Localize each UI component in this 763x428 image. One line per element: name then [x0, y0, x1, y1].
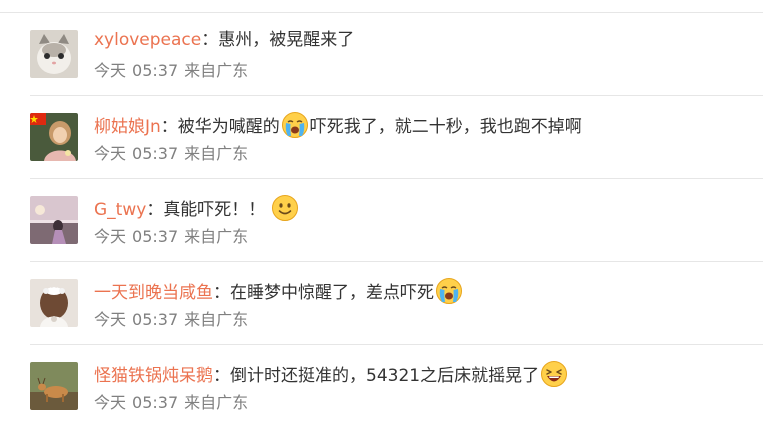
username-link[interactable]: 柳姑娘Jn [94, 117, 161, 137]
username-link[interactable]: xylovepeace [94, 30, 201, 50]
colon: ： [213, 283, 230, 303]
girl-with-bow-avatar[interactable] [30, 279, 78, 327]
colon: ： [160, 117, 178, 137]
comment-meta: 今天 05:37 来自广东 [94, 60, 248, 82]
comment-text: 惠州，被晃醒来了 [218, 30, 355, 50]
crying-face-icon [281, 111, 309, 139]
date-text: 今天 [94, 227, 127, 246]
time-text: 05:37 [132, 310, 179, 329]
location-text: 来自广东 [184, 61, 249, 80]
date-text: 今天 [94, 393, 127, 412]
comment-item: 怪猫铁锅炖呆鹅：倒计时还挺准的，54321之后床就摇晃了 今天 05:37 来自广东 [0, 345, 763, 428]
comment-meta: 今天 05:37 来自广东 [94, 226, 248, 248]
comment-line: G_twy：真能吓死！！ [94, 194, 300, 222]
comment-line: 一天到晚当咸鱼：在睡梦中惊醒了，差点吓死 [94, 277, 464, 305]
comment-meta: 今天 05:37 来自广东 [94, 309, 248, 331]
location-text: 来自广东 [184, 144, 249, 163]
colon: ： [201, 30, 219, 50]
comment-item: xylovepeace：惠州，被晃醒来了 今天 05:37 来自广东 [0, 13, 763, 96]
location-text: 来自广东 [184, 393, 249, 412]
comment-meta: 今天 05:37 来自广东 [94, 143, 248, 165]
deer-field-avatar[interactable] [30, 362, 78, 410]
comment-line: xylovepeace：惠州，被晃醒来了 [94, 28, 354, 52]
crying-face-icon [435, 277, 463, 305]
laughing-face-icon [540, 360, 568, 388]
comment-line: 柳姑娘Jn：被华为喊醒的 吓死我了，就二十秒，我也跑不掉啊 [94, 111, 582, 139]
username-link[interactable]: 怪猫铁锅炖呆鹅 [94, 366, 213, 386]
username-link[interactable]: G_twy [94, 200, 146, 220]
time-text: 05:37 [132, 144, 179, 163]
comment-meta: 今天 05:37 来自广东 [94, 392, 248, 414]
comment-text: 倒计时还挺准的，54321之后床就摇晃了 [230, 366, 540, 386]
comment-text: 真能吓死！！ [163, 200, 266, 220]
time-text: 05:37 [132, 227, 179, 246]
comment-text-after-emoji: 吓死我了，就二十秒，我也跑不掉啊 [309, 117, 582, 137]
date-text: 今天 [94, 61, 127, 80]
username-link[interactable]: 一天到晚当咸鱼 [94, 283, 213, 303]
date-text: 今天 [94, 310, 127, 329]
woman-with-flag-avatar[interactable] [30, 113, 78, 161]
comment-item: G_twy：真能吓死！！ 今天 05:37 来自广东 [0, 179, 763, 262]
colon: ： [146, 200, 164, 220]
comment-text-before-emoji: 被华为喊醒的 [177, 117, 280, 137]
time-text: 05:37 [132, 61, 179, 80]
smiling-face-icon [271, 194, 299, 222]
cat-photo-avatar[interactable] [30, 30, 78, 78]
location-text: 来自广东 [184, 310, 249, 329]
beach-sunset-avatar[interactable] [30, 196, 78, 244]
comment-item: 一天到晚当咸鱼：在睡梦中惊醒了，差点吓死 今天 05:37 来自广东 [0, 262, 763, 345]
comment-item: 柳姑娘Jn：被华为喊醒的 吓死我了，就二十秒，我也跑不掉啊 今天 05:37 来自广… [0, 96, 763, 179]
location-text: 来自广东 [184, 227, 249, 246]
time-text: 05:37 [132, 393, 179, 412]
comment-text: 在睡梦中惊醒了，差点吓死 [230, 283, 434, 303]
date-text: 今天 [94, 144, 127, 163]
comment-line: 怪猫铁锅炖呆鹅：倒计时还挺准的，54321之后床就摇晃了 [94, 360, 569, 388]
colon: ： [213, 366, 230, 386]
